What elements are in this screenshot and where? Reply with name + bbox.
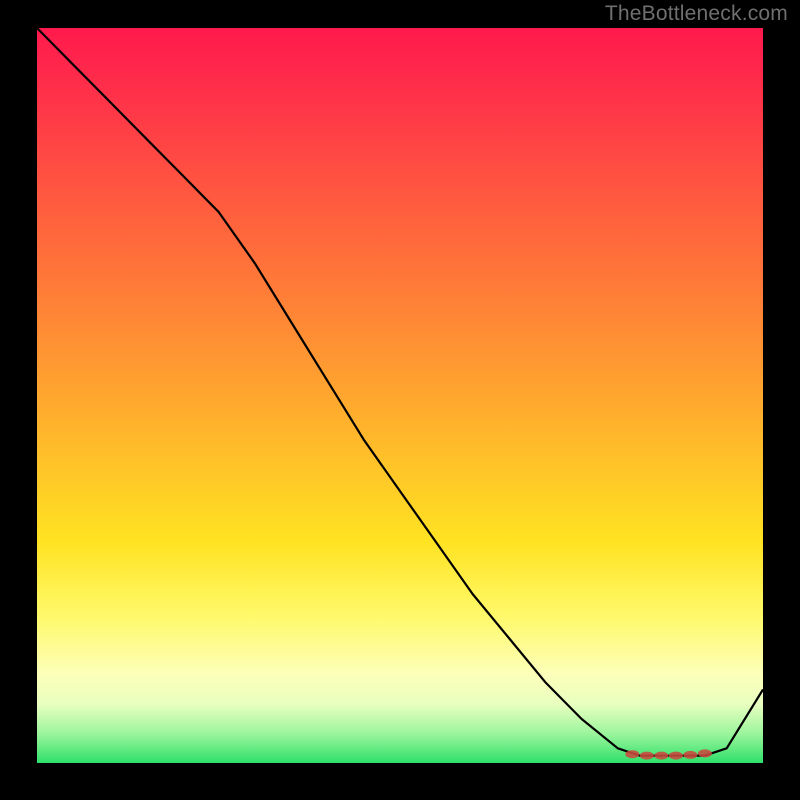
valley-marker: [683, 751, 697, 759]
bottleneck-curve: [37, 28, 763, 756]
plot-area: [37, 28, 763, 763]
attribution-text: TheBottleneck.com: [605, 2, 788, 26]
valley-marker: [640, 752, 654, 760]
valley-marker: [654, 752, 668, 760]
chart-root: TheBottleneck.com: [0, 0, 800, 800]
valley-marker: [625, 750, 639, 758]
valley-marker: [669, 752, 683, 760]
chart-svg: [37, 28, 763, 763]
valley-marker: [698, 749, 712, 757]
